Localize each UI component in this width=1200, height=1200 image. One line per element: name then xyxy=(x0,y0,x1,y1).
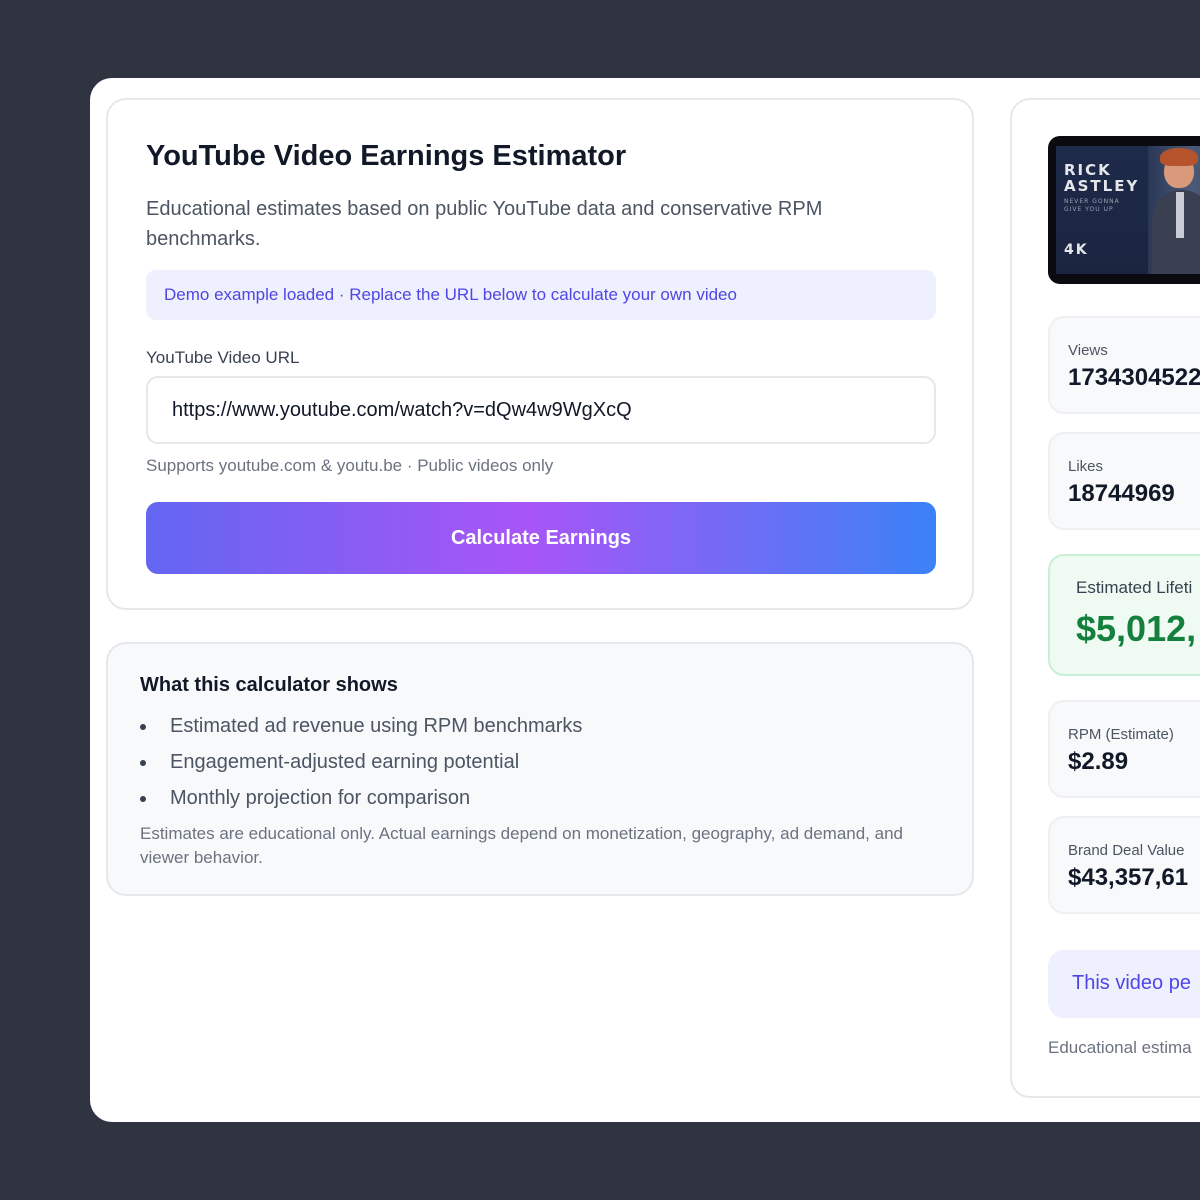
likes-label: Likes xyxy=(1068,458,1104,475)
thumbnail-song-text: NEVER GONNA GIVE YOU UP xyxy=(1064,198,1120,213)
list-item: Monthly projection for comparison xyxy=(140,780,582,816)
microphone-icon xyxy=(1176,192,1184,238)
estimator-card: YouTube Video Earnings Estimator Educati… xyxy=(106,98,974,610)
singer-hair xyxy=(1160,148,1198,166)
views-value: 1734304522 xyxy=(1068,364,1200,391)
lifetime-earnings-stat: Estimated Lifeti $5,012, xyxy=(1048,554,1200,676)
feature-list: Estimated ad revenue using RPM benchmark… xyxy=(140,708,582,816)
page-subtitle: Educational estimates based on public Yo… xyxy=(146,198,823,250)
likes-value: 18744969 xyxy=(1068,480,1175,507)
demo-notice: Demo example loaded · Replace the URL be… xyxy=(146,270,936,320)
rpm-label: RPM (Estimate) xyxy=(1068,726,1174,743)
calculate-earnings-button[interactable]: Calculate Earnings xyxy=(146,502,936,574)
views-stat: Views 1734304522 xyxy=(1048,316,1200,414)
performance-note-text: This video pe xyxy=(1072,972,1191,994)
brand-deal-label: Brand Deal Value xyxy=(1068,842,1185,859)
thumbnail-quality-badge: 4K xyxy=(1064,242,1089,258)
brand-deal-value: $43,357,61 xyxy=(1068,864,1189,891)
likes-stat: Likes 18744969 xyxy=(1048,432,1200,530)
video-thumbnail[interactable]: RICK ASTLEY NEVER GONNA GIVE YOU UP 4K xyxy=(1048,136,1200,284)
page-title: YouTube Video Earnings Estimator xyxy=(146,140,627,172)
lifetime-value: $5,012, xyxy=(1076,608,1197,649)
url-hint: Supports youtube.com & youtu.be · Public… xyxy=(146,456,554,475)
rpm-stat: RPM (Estimate) $2.89 xyxy=(1048,700,1200,798)
thumbnail-image: RICK ASTLEY NEVER GONNA GIVE YOU UP 4K xyxy=(1056,146,1200,274)
performance-note: This video pe xyxy=(1048,950,1200,1018)
singer-figure xyxy=(1148,146,1200,274)
thumbnail-artist-text: RICK ASTLEY xyxy=(1064,161,1140,195)
list-item: Estimated ad revenue using RPM benchmark… xyxy=(140,708,582,744)
info-card: What this calculator shows Estimated ad … xyxy=(106,642,974,896)
rpm-value: $2.89 xyxy=(1068,748,1129,775)
url-input[interactable] xyxy=(146,376,936,444)
info-title: What this calculator shows xyxy=(140,674,398,696)
brand-deal-stat: Brand Deal Value $43,357,61 xyxy=(1048,816,1200,914)
url-label: YouTube Video URL xyxy=(146,348,300,367)
views-label: Views xyxy=(1068,342,1108,359)
lifetime-label: Estimated Lifeti xyxy=(1076,578,1193,597)
results-card: RICK ASTLEY NEVER GONNA GIVE YOU UP 4K V… xyxy=(1010,98,1200,1098)
results-footer-note: Educational estima xyxy=(1048,1038,1192,1057)
app-window: YouTube Video Earnings Estimator Educati… xyxy=(90,78,1200,1122)
disclaimer-text: Estimates are educational only. Actual e… xyxy=(140,824,903,867)
list-item: Engagement-adjusted earning potential xyxy=(140,744,582,780)
